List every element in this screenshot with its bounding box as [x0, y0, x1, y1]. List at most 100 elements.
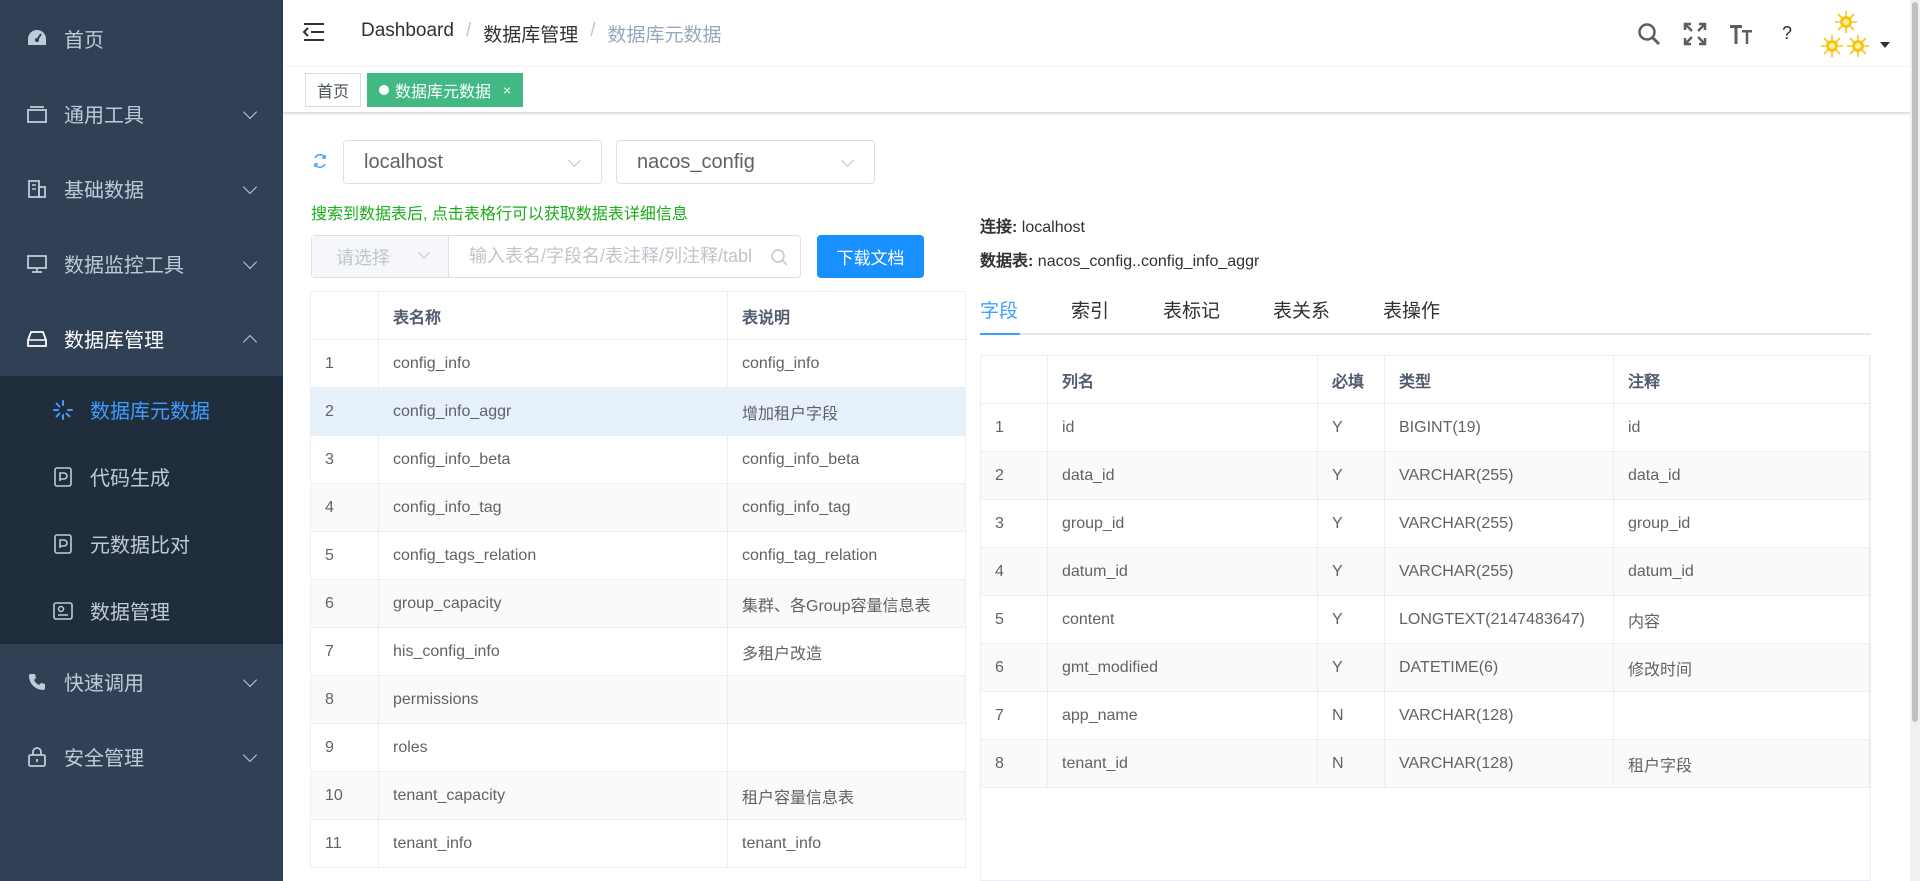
row-column-name: app_name — [1048, 692, 1318, 739]
table-row[interactable]: 7 his_config_info 多租户改造 — [311, 628, 966, 676]
page-scrollbar[interactable] — [1910, 0, 1920, 881]
table-row[interactable]: 10 tenant_capacity 租户容量信息表 — [311, 772, 966, 820]
row-table-name: permissions — [379, 676, 728, 723]
search-group: 请选择 — [311, 235, 801, 278]
table-row[interactable]: 2 config_info_aggr 增加租户字段 — [311, 388, 966, 436]
sidebar-item-monitor[interactable]: 数据监控工具 — [0, 226, 283, 301]
chevron-up-icon — [242, 334, 258, 349]
sidebar-item-label: 元数据比对 — [90, 535, 190, 557]
help-icon[interactable]: ? — [1774, 21, 1800, 47]
table-row[interactable]: 8 permissions — [311, 676, 966, 724]
connection-info-value: localhost — [1021, 219, 1085, 236]
building-icon — [26, 178, 48, 200]
fullscreen-icon[interactable] — [1682, 21, 1708, 47]
dashboard-icon — [26, 27, 48, 49]
breadcrumb-dashboard[interactable]: Dashboard — [361, 20, 454, 47]
sidebar-item-label: 代码生成 — [90, 468, 170, 490]
close-icon[interactable]: × — [503, 82, 511, 98]
sidebar-item-code-gen[interactable]: 代码生成 — [0, 443, 283, 510]
header-required: 必填 — [1318, 356, 1385, 403]
table-row[interactable]: 11 tenant_info tenant_info — [311, 820, 966, 868]
sidebar-item-db-metadata[interactable]: 数据库元数据 — [0, 376, 283, 443]
row-type: VARCHAR(255) — [1385, 452, 1614, 499]
row-index: 5 — [311, 532, 379, 579]
row-comment: id — [1614, 404, 1870, 451]
row-index: 2 — [311, 388, 379, 435]
tag-db-metadata[interactable]: 数据库元数据 × — [367, 73, 524, 107]
tab-indexes[interactable]: 索引 — [1071, 296, 1109, 323]
sidebar-item-base-data[interactable]: 基础数据 — [0, 151, 283, 226]
table-row[interactable]: 5 config_tags_relation config_tag_relati… — [311, 532, 966, 580]
font-size-icon[interactable] — [1728, 21, 1754, 47]
breadcrumb-separator: / — [465, 20, 472, 41]
row-index: 5 — [981, 596, 1048, 643]
chevron-down-icon — [242, 672, 258, 687]
row-index: 9 — [311, 724, 379, 771]
row-table-name: his_config_info — [379, 628, 728, 675]
search-hint: 搜索到数据表后, 点击表格行可以获取数据表详细信息 — [311, 206, 688, 223]
row-table-name: tenant_capacity — [379, 772, 728, 819]
compare-icon — [52, 533, 74, 555]
sidebar-item-security[interactable]: 安全管理 — [0, 719, 283, 794]
row-column-name: gmt_modified — [1048, 644, 1318, 691]
row-comment — [1614, 692, 1870, 739]
search-icon[interactable] — [1636, 21, 1662, 47]
sidebar-item-data-manage[interactable]: 数据管理 — [0, 577, 283, 644]
row-table-desc: 多租户改造 — [728, 628, 966, 675]
tag-label: 首页 — [317, 84, 350, 101]
row-required: Y — [1318, 596, 1385, 643]
row-type: VARCHAR(128) — [1385, 692, 1614, 739]
table-row[interactable]: 4 config_info_tag config_info_tag — [311, 484, 966, 532]
tab-table-relations[interactable]: 表关系 — [1273, 296, 1330, 323]
header-table-name[interactable]: 表名称 — [379, 292, 728, 339]
caret-down-icon[interactable] — [1880, 41, 1890, 48]
connection-info: 连接: localhost — [980, 213, 1085, 237]
sidebar-submenu: 数据库元数据 代码生成 元数据比对 数据管理 — [0, 376, 283, 644]
table-row[interactable]: 3 config_info_beta config_info_beta — [311, 436, 966, 484]
chevron-down-icon — [841, 154, 854, 167]
hamburger-icon[interactable] — [302, 22, 325, 42]
sidebar-item-quick-call[interactable]: 快速调用 — [0, 644, 283, 719]
row-table-desc — [728, 724, 966, 771]
sidebar-item-tools[interactable]: 通用工具 — [0, 76, 283, 151]
sidebar-item-meta-compare[interactable]: 元数据比对 — [0, 510, 283, 577]
table-row: 8 tenant_id N VARCHAR(128) 租户字段 — [981, 740, 1870, 788]
row-required: N — [1318, 692, 1385, 739]
tag-home[interactable]: 首页 — [305, 73, 362, 107]
row-table-desc — [728, 676, 966, 723]
header-table-desc[interactable]: 表说明 — [728, 292, 966, 339]
sidebar-item-home[interactable]: 首页 — [0, 0, 283, 76]
search-input[interactable] — [449, 236, 800, 277]
row-required: Y — [1318, 404, 1385, 451]
breadcrumb-database-manage[interactable]: 数据库管理 — [483, 20, 578, 47]
sidebar-item-label: 数据监控工具 — [64, 255, 184, 277]
tab-table-marks[interactable]: 表标记 — [1163, 296, 1220, 323]
avatar[interactable] — [1820, 8, 1872, 60]
database-select[interactable]: nacos_config — [616, 140, 875, 184]
table-row[interactable]: 1 config_info config_info — [311, 340, 966, 388]
download-doc-button[interactable]: 下载文档 — [817, 235, 924, 278]
scrollbar-thumb[interactable] — [1912, 2, 1918, 722]
sidebar-item-label: 数据库元数据 — [90, 401, 210, 423]
row-required: Y — [1318, 644, 1385, 691]
tab-table-operations[interactable]: 表操作 — [1383, 296, 1440, 323]
connection-select[interactable]: localhost — [343, 140, 602, 184]
breadcrumb-separator: / — [590, 20, 596, 41]
table-info-label: 数据表: — [980, 253, 1034, 270]
row-type: LONGTEXT(2147483647) — [1385, 596, 1614, 643]
row-index: 1 — [981, 404, 1048, 451]
sidebar-item-database[interactable]: 数据库管理 — [0, 301, 283, 376]
chevron-down-icon — [242, 747, 258, 762]
table-row[interactable]: 6 group_capacity 集群、各Group容量信息表 — [311, 580, 966, 628]
row-table-desc: config_info_beta — [728, 436, 966, 483]
search-icon[interactable] — [770, 248, 788, 266]
row-type: BIGINT(19) — [1385, 404, 1614, 451]
table-row[interactable]: 9 roles — [311, 724, 966, 772]
row-type: VARCHAR(255) — [1385, 500, 1614, 547]
data-manage-icon — [52, 600, 74, 622]
tab-fields[interactable]: 字段 — [980, 296, 1018, 323]
table-row: 1 id Y BIGINT(19) id — [981, 404, 1870, 452]
tools-icon — [26, 103, 48, 125]
search-type-select[interactable]: 请选择 — [312, 236, 449, 277]
refresh-icon[interactable] — [312, 153, 328, 169]
